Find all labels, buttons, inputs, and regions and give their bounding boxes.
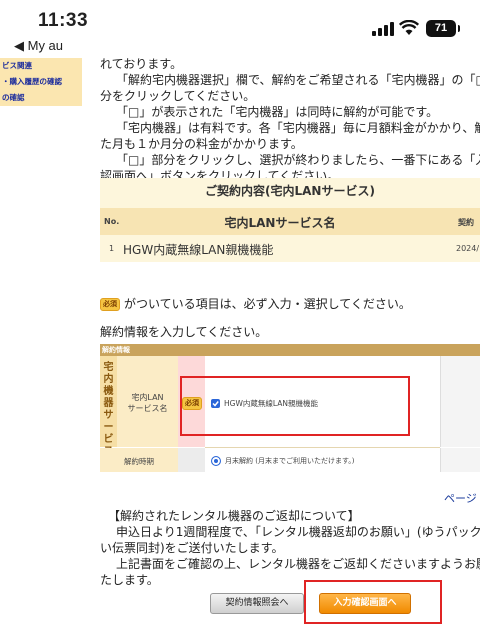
row-service-name: HGW内蔵無線LAN親機機能 — [123, 243, 274, 257]
field-label-line-2: サービス名 — [127, 404, 168, 413]
intro-line-5: 「宅内機器」は有料です。各「宅内機器」毎に月額料金がかかり、解 — [116, 121, 480, 135]
required-note-text: がついている項目は、必ず入力・選択してください。 — [124, 297, 411, 311]
return-line-3: 上記書面をご確認の上、レンタル機器をご返却くださいますようお願 — [116, 557, 480, 571]
required-note: 必須 がついている項目は、必ず入力・選択してください。 — [100, 296, 411, 313]
nav-item-service[interactable]: ビス関連 — [0, 58, 82, 74]
term-radio-label: 月末解約 (月末までご利用いただけます。) — [225, 457, 355, 465]
required-badge: 必須 — [100, 297, 120, 311]
intro-line-4: 「□」が表示された「宅内機器」は同時に解約が可能です。 — [116, 105, 439, 119]
term-label: 解約時期 — [124, 457, 154, 466]
term-radio[interactable] — [211, 456, 221, 466]
row-date: 2024/ — [456, 244, 480, 253]
input-prompt: 解約情報を入力してください。 — [100, 325, 268, 339]
intro-line-6: た月も１か月分の料金がかかります。 — [100, 137, 303, 151]
row-no: 1 — [109, 244, 115, 253]
contract-title: ご契約内容(宅内LANサービス) — [205, 184, 375, 198]
field-label-line-1: 宅内LAN — [131, 393, 164, 402]
term-right-column — [440, 448, 480, 472]
return-heading: 【解約されたレンタル機器のご返却について】 — [108, 509, 360, 523]
col-no-header: No. — [104, 217, 120, 226]
intro-line-7: 「□」部分をクリックし、選択が終わりましたら、一番下にある「入 — [116, 153, 480, 167]
term-required-column — [178, 448, 205, 472]
wifi-icon — [399, 20, 419, 35]
highlight-box-checkbox — [180, 376, 410, 436]
return-line-4: たします。 — [100, 573, 159, 587]
status-time: 11:33 — [38, 10, 89, 31]
form-section-label: 宅内機器サービス — [103, 362, 114, 457]
form-right-column — [440, 356, 480, 447]
return-line-1: 申込日より1週間程度で、「レンタル機器返却のお願い」(ゆうパック — [116, 525, 480, 539]
term-radio-row[interactable]: 月末解約 (月末までご利用いただけます。) — [211, 456, 355, 466]
field-label: 宅内LAN サービス名 — [117, 392, 178, 414]
col-contract-header: 契約 — [458, 218, 474, 227]
form-header-bar: 解約情報 — [100, 344, 480, 356]
back-to-my-au-link[interactable]: ◀ My au — [14, 38, 63, 54]
intro-line-2: 「解約宅内機器選択」欄で、解約をご希望される「宅内機器」の「□ — [116, 73, 480, 87]
nav-item-purchase-history[interactable]: ・購入履歴の確認 — [0, 74, 82, 90]
nav-item-confirm[interactable]: の確認 — [0, 90, 82, 106]
cellular-signal-icon — [372, 22, 394, 36]
page-link[interactable]: ページ — [444, 490, 477, 506]
left-nav: ビス関連 ・購入履歴の確認 の確認 — [0, 58, 82, 106]
col-service-name-header: 宅内LANサービス名 — [224, 216, 336, 230]
contract-info-button[interactable]: 契約情報照会へ — [210, 593, 304, 614]
battery-icon: 71 — [426, 20, 460, 37]
return-line-2: い伝票同封)をご送付いたします。 — [100, 541, 284, 555]
highlight-box-confirm-button — [304, 580, 442, 624]
intro-line-3: 分をクリックしてください。 — [100, 89, 256, 103]
intro-line-1: れております。 — [100, 57, 183, 71]
